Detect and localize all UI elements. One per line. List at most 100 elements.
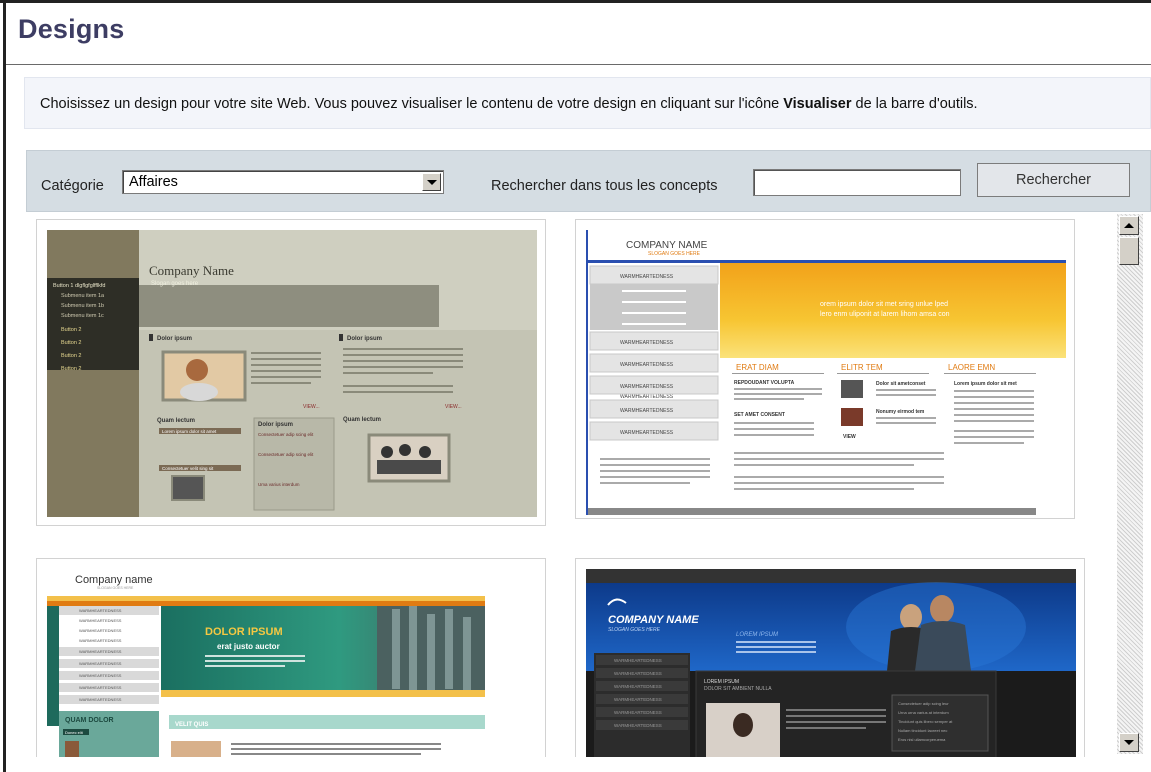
design4-list-1: Consectetuer adip scing leur xyxy=(898,701,949,706)
design3-menu-4: WARMHEARTEDNESS xyxy=(79,638,122,643)
design-card-2[interactable]: COMPANY NAME SLOGAN GOES HERE orem ipsum… xyxy=(575,219,1075,519)
design2-menu-7: WARMHEARTEDNESS xyxy=(620,430,674,436)
design-card-3[interactable]: Company name SLOGAN GOES HERE DOLOR IPSU… xyxy=(36,558,546,757)
design3-menu-5: WARMHEARTEDNESS xyxy=(79,649,122,654)
design4-list-4: Nullam tincidunt laoreet nec xyxy=(898,728,947,733)
design1-more-1: VIEW... xyxy=(303,404,320,410)
filter-toolbar: Catégorie Affaires Rechercher dans tous … xyxy=(26,150,1151,212)
design2-menu-1: WARMHEARTEDNESS xyxy=(620,274,674,280)
design2-menu-4: WARMHEARTEDNESS xyxy=(620,362,674,368)
design4-content-sub: DOLOR SIT AMBIENT NULLA xyxy=(704,686,772,692)
design2-menu-2: WARMHEARTEDNESS xyxy=(620,394,674,400)
design1-link-2: Consectetuer velit sing sit xyxy=(162,466,214,471)
page-title: Designs xyxy=(18,14,125,44)
design2-subhead-4: Nonumy eirmod tem xyxy=(876,409,925,415)
design1-link-3: Consectetuer adip scing elit xyxy=(258,432,314,437)
design1-menu-3: Submenu item 1b xyxy=(61,303,104,309)
window-frame-left xyxy=(3,0,6,772)
design4-content-title: LOREM IPSUM xyxy=(704,679,739,685)
design4-banner-label: LOREM IPSUM xyxy=(736,632,778,638)
design-card-4[interactable]: COMPANY NAME SLOGAN GOES HERE LOREM IPSU… xyxy=(575,558,1085,757)
search-button[interactable]: Rechercher xyxy=(977,163,1130,197)
design3-menu-8: WARMHEARTEDNESS xyxy=(79,685,122,690)
design2-col-1: ERAT DIAM xyxy=(736,363,779,372)
design-thumbnail-4: COMPANY NAME SLOGAN GOES HERE LOREM IPSU… xyxy=(586,569,1076,757)
design-card-1[interactable]: Company Name Slogan goes here Button 1 d… xyxy=(36,219,546,526)
design1-company: Company Name xyxy=(149,263,234,278)
design3-company: Company name xyxy=(75,574,153,586)
design1-menu-6: Button 2 xyxy=(61,340,82,346)
design3-menu-3: WARMHEARTEDNESS xyxy=(79,628,122,633)
design1-heading-3: Quam lectum xyxy=(157,418,195,424)
design1-link-5: Uma varius interdum xyxy=(258,482,300,487)
design4-menu-1: WARMHEARTEDNESS xyxy=(614,658,662,663)
design3-section: VELIT QUIS xyxy=(175,722,208,728)
category-label: Catégorie xyxy=(41,178,104,194)
design3-banner-title: DOLOR IPSUM xyxy=(205,626,283,638)
design3-banner-sub: erat justo auctor xyxy=(217,642,280,651)
design-gallery: Company Name Slogan goes here Button 1 d… xyxy=(26,212,1116,757)
intro-text: Choisissez un design pour votre site Web… xyxy=(40,96,784,112)
design1-menu-4: Submenu item 1c xyxy=(61,313,104,319)
design1-link-4: Consectetuer adip scing elit xyxy=(258,452,314,457)
design1-heading-1: Dolor ipsum xyxy=(157,336,192,342)
design3-slogan: SLOGAN GOES HERE xyxy=(97,586,134,590)
design2-company: COMPANY NAME xyxy=(626,240,708,251)
intro-visualiser-word: Visualiser xyxy=(783,96,852,112)
scroll-up-icon[interactable] xyxy=(1119,216,1139,235)
search-label: Rechercher dans tous les concepts xyxy=(491,178,718,194)
design1-heading-5: Quam lectum xyxy=(343,417,381,423)
design1-slogan: Slogan goes here xyxy=(151,281,199,287)
design4-slogan: SLOGAN GOES HERE xyxy=(608,627,661,633)
design-thumbnail-3: Company name SLOGAN GOES HERE DOLOR IPSU… xyxy=(47,569,537,757)
design2-col-3: LAORE EMN xyxy=(948,363,995,372)
design4-company: COMPANY NAME xyxy=(608,614,699,626)
design1-menu-8: Button 2 xyxy=(61,366,82,372)
design2-menu-3: WARMHEARTEDNESS xyxy=(620,340,674,346)
design3-side-title: QUAM DOLOR xyxy=(65,717,114,724)
design1-menu-7: Button 2 xyxy=(61,353,82,359)
scroll-down-icon[interactable] xyxy=(1119,733,1139,752)
design2-subhead-1: REPDOUDANT VOLUPTA xyxy=(734,380,795,386)
design2-menu-5: WARMHEARTEDNESS xyxy=(620,384,674,390)
design-thumbnail-1: Company Name Slogan goes here Button 1 d… xyxy=(47,230,537,517)
window-frame-top xyxy=(0,0,1151,3)
design2-slogan: SLOGAN GOES HERE xyxy=(648,251,701,257)
design3-menu-7: WARMHEARTEDNESS xyxy=(79,673,122,678)
design2-banner-line-2: lero enm uliponit at larem lihom amsa co… xyxy=(820,311,950,318)
design4-menu-6: WARMHEARTEDNESS xyxy=(614,723,662,728)
design1-heading-4: Dolor ipsum xyxy=(258,422,293,428)
intro-panel: Choisissez un design pour votre site Web… xyxy=(24,77,1151,129)
design1-menu-1: Button 1 dlgflgfglfflkfd xyxy=(53,283,106,289)
design4-menu-3: WARMHEARTEDNESS xyxy=(614,684,662,689)
design3-side-tag: Donec elit xyxy=(65,730,84,735)
design2-subhead-3: Dolor sit ametconset xyxy=(876,381,926,387)
design4-menu-4: WARMHEARTEDNESS xyxy=(614,697,662,702)
design-thumbnail-2: COMPANY NAME SLOGAN GOES HERE orem ipsum… xyxy=(586,230,1066,515)
intro-text-end: de la barre d'outils. xyxy=(851,96,978,112)
design3-menu-9: WARMHEARTEDNESS xyxy=(79,697,122,702)
design1-more-2: VIEW... xyxy=(445,404,462,410)
design1-menu-2: Submenu item 1a xyxy=(61,293,105,299)
design2-menu-6: WARMHEARTEDNESS xyxy=(620,408,674,414)
design4-list-3: Tincidunt quis libero semper at xyxy=(898,719,953,724)
gallery-scrollbar[interactable] xyxy=(1117,214,1143,754)
scrollbar-thumb[interactable] xyxy=(1119,237,1139,265)
design4-list-5: Eros nisl ullamcorperuema xyxy=(898,737,946,742)
search-input[interactable] xyxy=(753,169,961,196)
design1-link-1: Lorem ipsum dolor sit amet xyxy=(162,429,217,434)
design2-subhead-2: SET AMET CONSENT xyxy=(734,412,785,418)
category-select[interactable]: Affaires xyxy=(122,170,444,194)
design3-menu-2: WARMHEARTEDNESS xyxy=(79,618,122,623)
design2-subhead-5: Lorem ipsum dolor sit met xyxy=(954,381,1017,387)
design3-menu-6: WARMHEARTEDNESS xyxy=(79,661,122,666)
chevron-down-icon[interactable] xyxy=(422,173,441,191)
design1-menu-5: Button 2 xyxy=(61,327,82,333)
design2-more: VIEW xyxy=(843,434,856,440)
design2-col-2: ELITR TEM xyxy=(841,363,883,372)
design4-list-2: Urna urna varius at interdum xyxy=(898,710,949,715)
title-divider xyxy=(6,64,1151,65)
category-selected-value: Affaires xyxy=(129,174,178,190)
design2-banner-line-1: orem ipsum dolor sit met sring unlue lpe… xyxy=(820,301,948,308)
design4-menu-5: WARMHEARTEDNESS xyxy=(614,710,662,715)
